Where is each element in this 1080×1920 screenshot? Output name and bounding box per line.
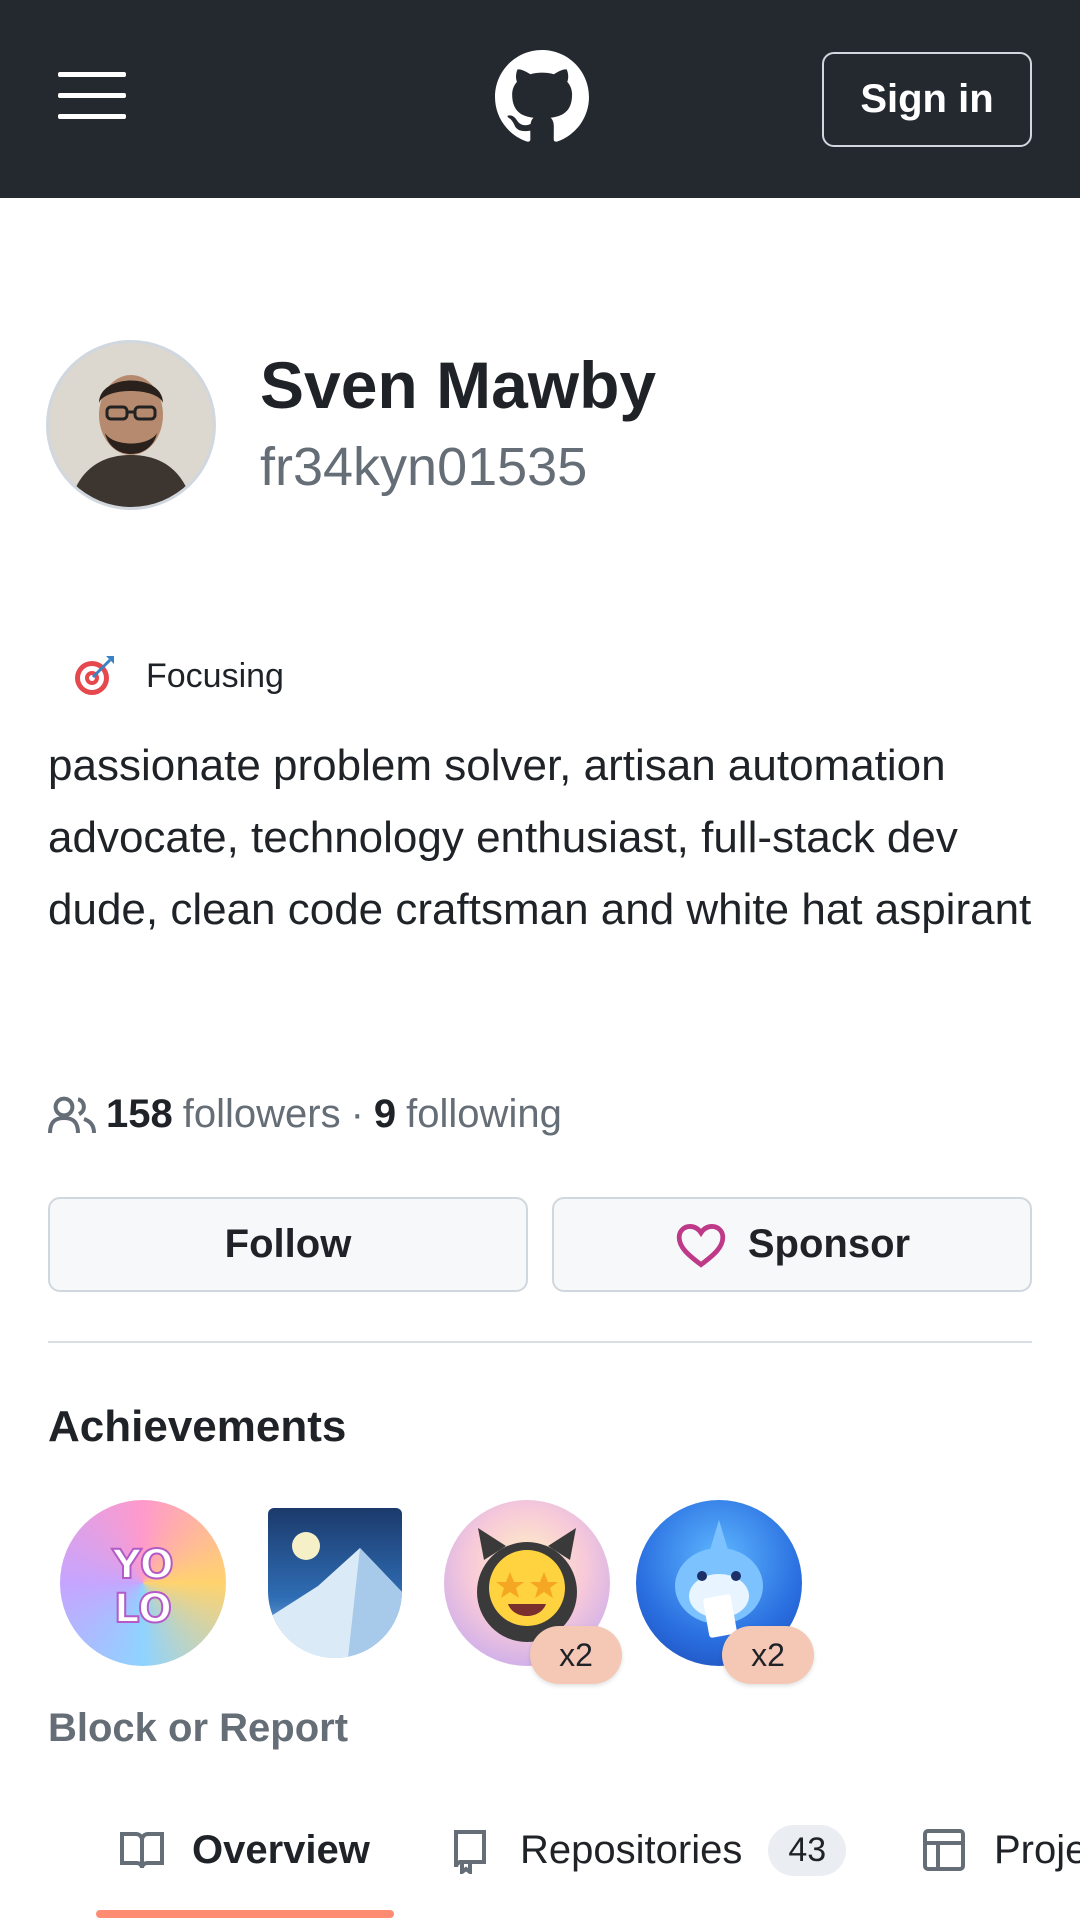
followers-label[interactable]: followers <box>183 1092 341 1137</box>
avatar <box>46 340 216 510</box>
tab-projects-label: Proje <box>994 1827 1080 1872</box>
profile-username: fr34kyn01535 <box>260 437 588 497</box>
sign-in-button[interactable]: Sign in <box>822 52 1032 147</box>
tab-repositories-label: Repositories <box>520 1827 743 1872</box>
profile-bio: passionate problem solver, artisan autom… <box>48 741 1032 934</box>
tab-overview[interactable]: Overview <box>118 1810 370 1890</box>
separator: · <box>350 1092 364 1136</box>
pull-shark-badge-count: x2 <box>722 1626 814 1684</box>
section-divider <box>48 1341 1032 1343</box>
sponsor-button-label: Sponsor <box>747 1222 911 1266</box>
svg-text:LO: LO <box>114 1586 172 1632</box>
people-icon <box>48 1096 96 1133</box>
following-count[interactable]: 9 <box>374 1092 396 1137</box>
profile-full-name: Sven Mawby <box>260 348 657 422</box>
book-icon <box>120 1832 164 1869</box>
profile-tabs: Overview Repositories 43 Proje <box>0 1810 1080 1920</box>
arctic-code-vault-badge[interactable] <box>268 1508 402 1658</box>
direct-hit-icon <box>75 656 114 695</box>
top-header: Sign in <box>0 0 1080 198</box>
table-icon <box>923 1829 965 1871</box>
svg-text:YO: YO <box>111 1542 174 1588</box>
hamburger-menu-icon[interactable] <box>58 72 126 120</box>
follow-stats: 158 followers · 9 following <box>48 1092 562 1137</box>
user-status[interactable]: Focusing <box>70 652 284 700</box>
followers-count[interactable]: 158 <box>106 1092 173 1137</box>
status-text: Focusing <box>146 656 284 695</box>
repositories-counter: 43 <box>768 1824 847 1876</box>
github-logo-icon[interactable] <box>495 50 589 144</box>
achievements-heading: Achievements <box>48 1402 347 1451</box>
yolo-badge-art: YO LO <box>110 1541 175 1633</box>
tab-repositories[interactable]: Repositories 43 <box>446 1810 847 1890</box>
arctic-badge-art <box>268 1532 402 1658</box>
repo-icon <box>454 1830 486 1874</box>
tab-projects[interactable]: Proje <box>920 1810 1080 1890</box>
heart-icon <box>676 1223 726 1268</box>
yolo-badge[interactable]: YO LO <box>60 1500 226 1666</box>
follow-button[interactable]: Follow <box>48 1197 528 1292</box>
avatar-portrait <box>49 343 213 507</box>
sponsor-button[interactable]: Sponsor <box>552 1197 1032 1292</box>
following-label[interactable]: following <box>406 1092 562 1137</box>
follow-button-label: Follow <box>224 1222 352 1266</box>
active-tab-underline <box>96 1910 394 1918</box>
block-or-report-link[interactable]: Block or Report <box>48 1706 348 1751</box>
starstruck-badge-count: x2 <box>530 1626 622 1684</box>
tab-overview-label: Overview <box>192 1827 370 1872</box>
